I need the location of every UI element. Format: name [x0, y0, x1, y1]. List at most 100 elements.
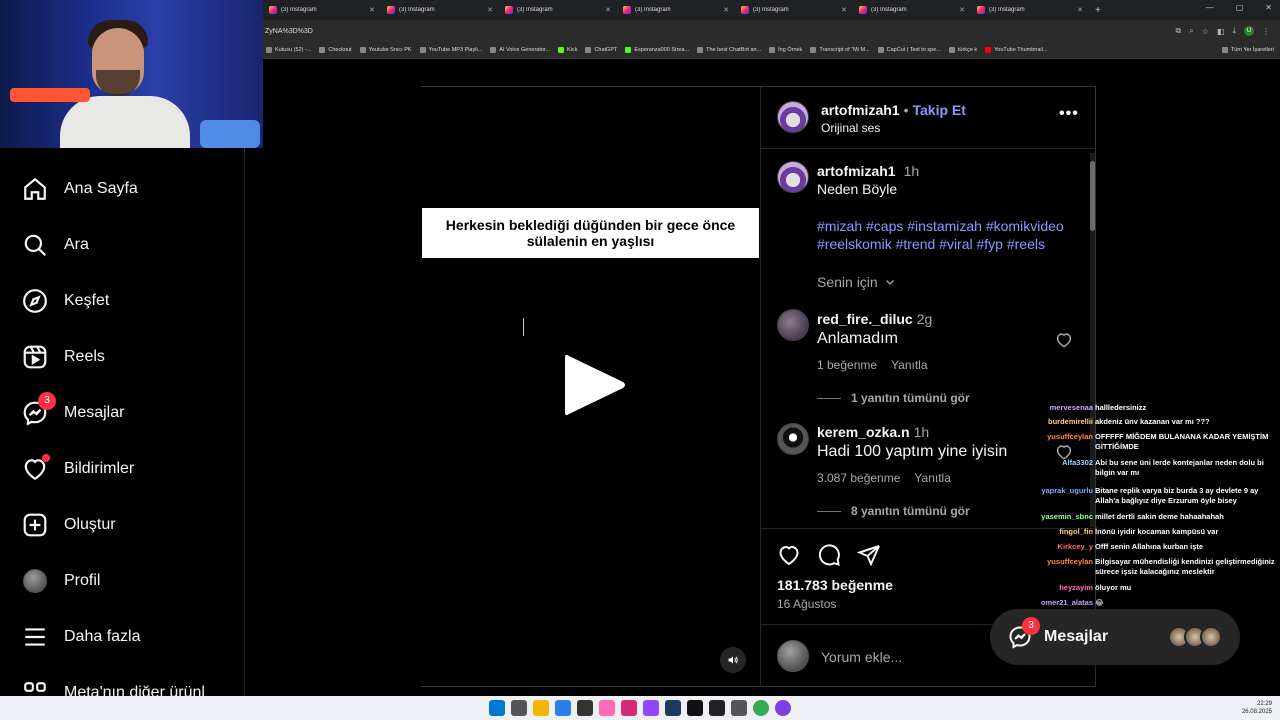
audio-toggle-button[interactable] [720, 647, 746, 673]
close-tab-icon[interactable]: ✕ [723, 6, 729, 14]
sidebar-item-explore[interactable]: Keşfet [22, 288, 109, 314]
app-icon[interactable] [775, 700, 791, 716]
browser-tab[interactable]: (3) Instagram ✕ [971, 0, 1089, 20]
bookmark-item[interactable]: Esperanza000 Strea... [625, 47, 689, 53]
bookmark-item[interactable]: İng Örnek [769, 47, 802, 53]
capcut-icon[interactable] [709, 700, 725, 716]
maximize-icon[interactable]: ▢ [1236, 3, 1244, 12]
browser-tab[interactable]: (3) Instagram ✕ [499, 0, 617, 20]
url-text[interactable]: ZyNA%3D%3D [265, 28, 313, 35]
address-bar[interactable]: ZyNA%3D%3D ⧉ ⌕ ☆ ◧ ⤓ U ⋮ [263, 20, 1280, 42]
messages-floating-button[interactable]: 3 Mesajlar [990, 609, 1240, 665]
obs-icon[interactable] [577, 700, 593, 716]
bookmark-star-icon[interactable]: ☆ [1202, 27, 1209, 36]
instagram-icon [623, 6, 631, 14]
audio-label[interactable]: Orijinal ses [821, 121, 880, 135]
sidebar-item-create[interactable]: Oluştur [22, 512, 116, 538]
chrome-icon[interactable] [753, 700, 769, 716]
close-tab-icon[interactable]: ✕ [841, 6, 847, 14]
bookmark-item[interactable]: Youtube Snıcı PK [359, 47, 412, 53]
bookmark-favicon-icon [319, 47, 326, 53]
bookmark-item[interactable]: Transcript of "Mi M... [810, 47, 870, 53]
author-username[interactable]: artofmizah1 [821, 102, 900, 118]
commenter-avatar[interactable] [777, 423, 809, 455]
comment-likes[interactable]: 1 beğenme [817, 358, 877, 372]
play-icon[interactable] [563, 352, 627, 423]
author-avatar[interactable] [777, 101, 809, 133]
bookmark-item[interactable]: Kick [558, 47, 577, 53]
instagram-icon[interactable] [621, 700, 637, 716]
bookmark-item[interactable]: türkçe k [948, 47, 977, 53]
bookmark-item[interactable]: Kutusu (52) -... [266, 47, 311, 53]
caption-author-username[interactable]: artofmizah1 [817, 163, 896, 179]
comment-like-icon[interactable] [1055, 331, 1073, 354]
follow-button[interactable]: Takip Et [912, 102, 965, 118]
install-icon[interactable]: ⧉ [1176, 26, 1182, 36]
sidebar-item-profile[interactable]: Profil [22, 568, 100, 594]
twitch-icon[interactable] [643, 700, 659, 716]
bookmark-item[interactable]: CapCut | Text to spe... [877, 47, 941, 53]
edge-icon[interactable] [555, 700, 571, 716]
bookmark-item[interactable]: Checkout [319, 47, 352, 53]
reply-button[interactable]: Yanıtla [914, 471, 950, 485]
browser-tab[interactable]: (3) Instagram ✕ [381, 0, 499, 20]
reply-button[interactable]: Yanıtla [891, 358, 927, 372]
bookmark-item[interactable]: The best ChatBot an... [697, 47, 761, 53]
close-tab-icon[interactable]: ✕ [487, 6, 493, 14]
comment-username[interactable]: red_fire._diluc [817, 311, 913, 327]
comment-username[interactable]: kerem_ozka.n [817, 424, 910, 440]
bookmark-item[interactable]: ChatGPT [585, 47, 617, 53]
caption-hashtags[interactable]: #mizah #caps #instamizah #komikvideo #re… [817, 217, 1079, 253]
bookmark-item[interactable]: YouTube Thumbnail... [985, 47, 1047, 53]
zoom-icon[interactable]: ⌕ [1189, 26, 1193, 36]
view-replies-link[interactable]: 8 yanıtın tümünü gör [817, 504, 970, 518]
new-tab-button[interactable]: + [1089, 5, 1107, 16]
start-icon[interactable] [489, 700, 505, 716]
bookmark-item[interactable]: YouTube MP3 Playli... [419, 47, 482, 53]
browser-tab[interactable]: (3) Instagram ✕ [853, 0, 971, 20]
bookmarks-bar: Kutusu (52) -... Checkout Youtube Snıcı … [263, 42, 1280, 59]
browser-tab[interactable]: (3) Instagram ✕ [735, 0, 853, 20]
task-view-icon[interactable] [511, 700, 527, 716]
add-comment-input[interactable]: Yorum ekle... [821, 649, 902, 665]
close-window-icon[interactable]: ✕ [1265, 3, 1272, 12]
comment-likes[interactable]: 3.087 beğenme [817, 471, 900, 485]
scrollbar-thumb[interactable] [1090, 161, 1095, 231]
all-bookmarks-folder[interactable]: Tüm Yer İşaretleri [1221, 47, 1280, 53]
browser-menu-icon[interactable]: ⋮ [1262, 27, 1270, 36]
likes-count[interactable]: 181.783 beğenme [777, 577, 893, 593]
caption-author-avatar[interactable] [777, 161, 809, 193]
close-tab-icon[interactable]: ✕ [1077, 6, 1083, 14]
share-icon[interactable] [856, 543, 881, 572]
browser-tab[interactable]: (3) Instagram ✕ [617, 0, 735, 20]
commenter-avatar[interactable] [777, 309, 809, 341]
sidebar-item-search[interactable]: Ara [22, 232, 89, 258]
instagram-icon [387, 6, 395, 14]
file-explorer-icon[interactable] [533, 700, 549, 716]
like-icon[interactable] [777, 543, 801, 572]
minimize-icon[interactable]: — [1206, 3, 1214, 12]
for-you-link[interactable]: Senin için [817, 274, 896, 290]
extensions-icon[interactable]: ◧ [1217, 27, 1225, 36]
photoshop-icon[interactable] [665, 700, 681, 716]
sidebar-item-home[interactable]: Ana Sayfa [22, 176, 138, 202]
sidebar-item-reels[interactable]: Reels [22, 344, 105, 370]
system-tray-clock[interactable]: 22:29 26.08.2025 [1242, 700, 1272, 716]
bookmark-item[interactable]: AI Voice Generator... [490, 47, 550, 53]
profile-avatar[interactable]: U [1244, 26, 1254, 36]
view-replies-link[interactable]: 1 yanıtın tümünü gör [817, 391, 970, 405]
bookmark-favicon-icon [585, 47, 592, 53]
sidebar-item-notifications[interactable]: Bildirimler [22, 454, 134, 482]
tiktok-icon[interactable] [687, 700, 703, 716]
downloads-icon[interactable]: ⤓ [1232, 26, 1236, 36]
more-options-icon[interactable]: ••• [1059, 105, 1079, 123]
app-icon[interactable] [599, 700, 615, 716]
sidebar-item-messages[interactable]: 3 Mesajlar [22, 392, 124, 426]
close-tab-icon[interactable]: ✕ [369, 6, 375, 14]
sidebar-item-more[interactable]: Daha fazla [22, 624, 141, 650]
browser-tab[interactable]: (3) Instagram ✕ [263, 0, 381, 20]
app-icon[interactable] [731, 700, 747, 716]
comment-icon[interactable] [817, 543, 841, 572]
close-tab-icon[interactable]: ✕ [959, 6, 965, 14]
close-tab-icon[interactable]: ✕ [605, 6, 611, 14]
